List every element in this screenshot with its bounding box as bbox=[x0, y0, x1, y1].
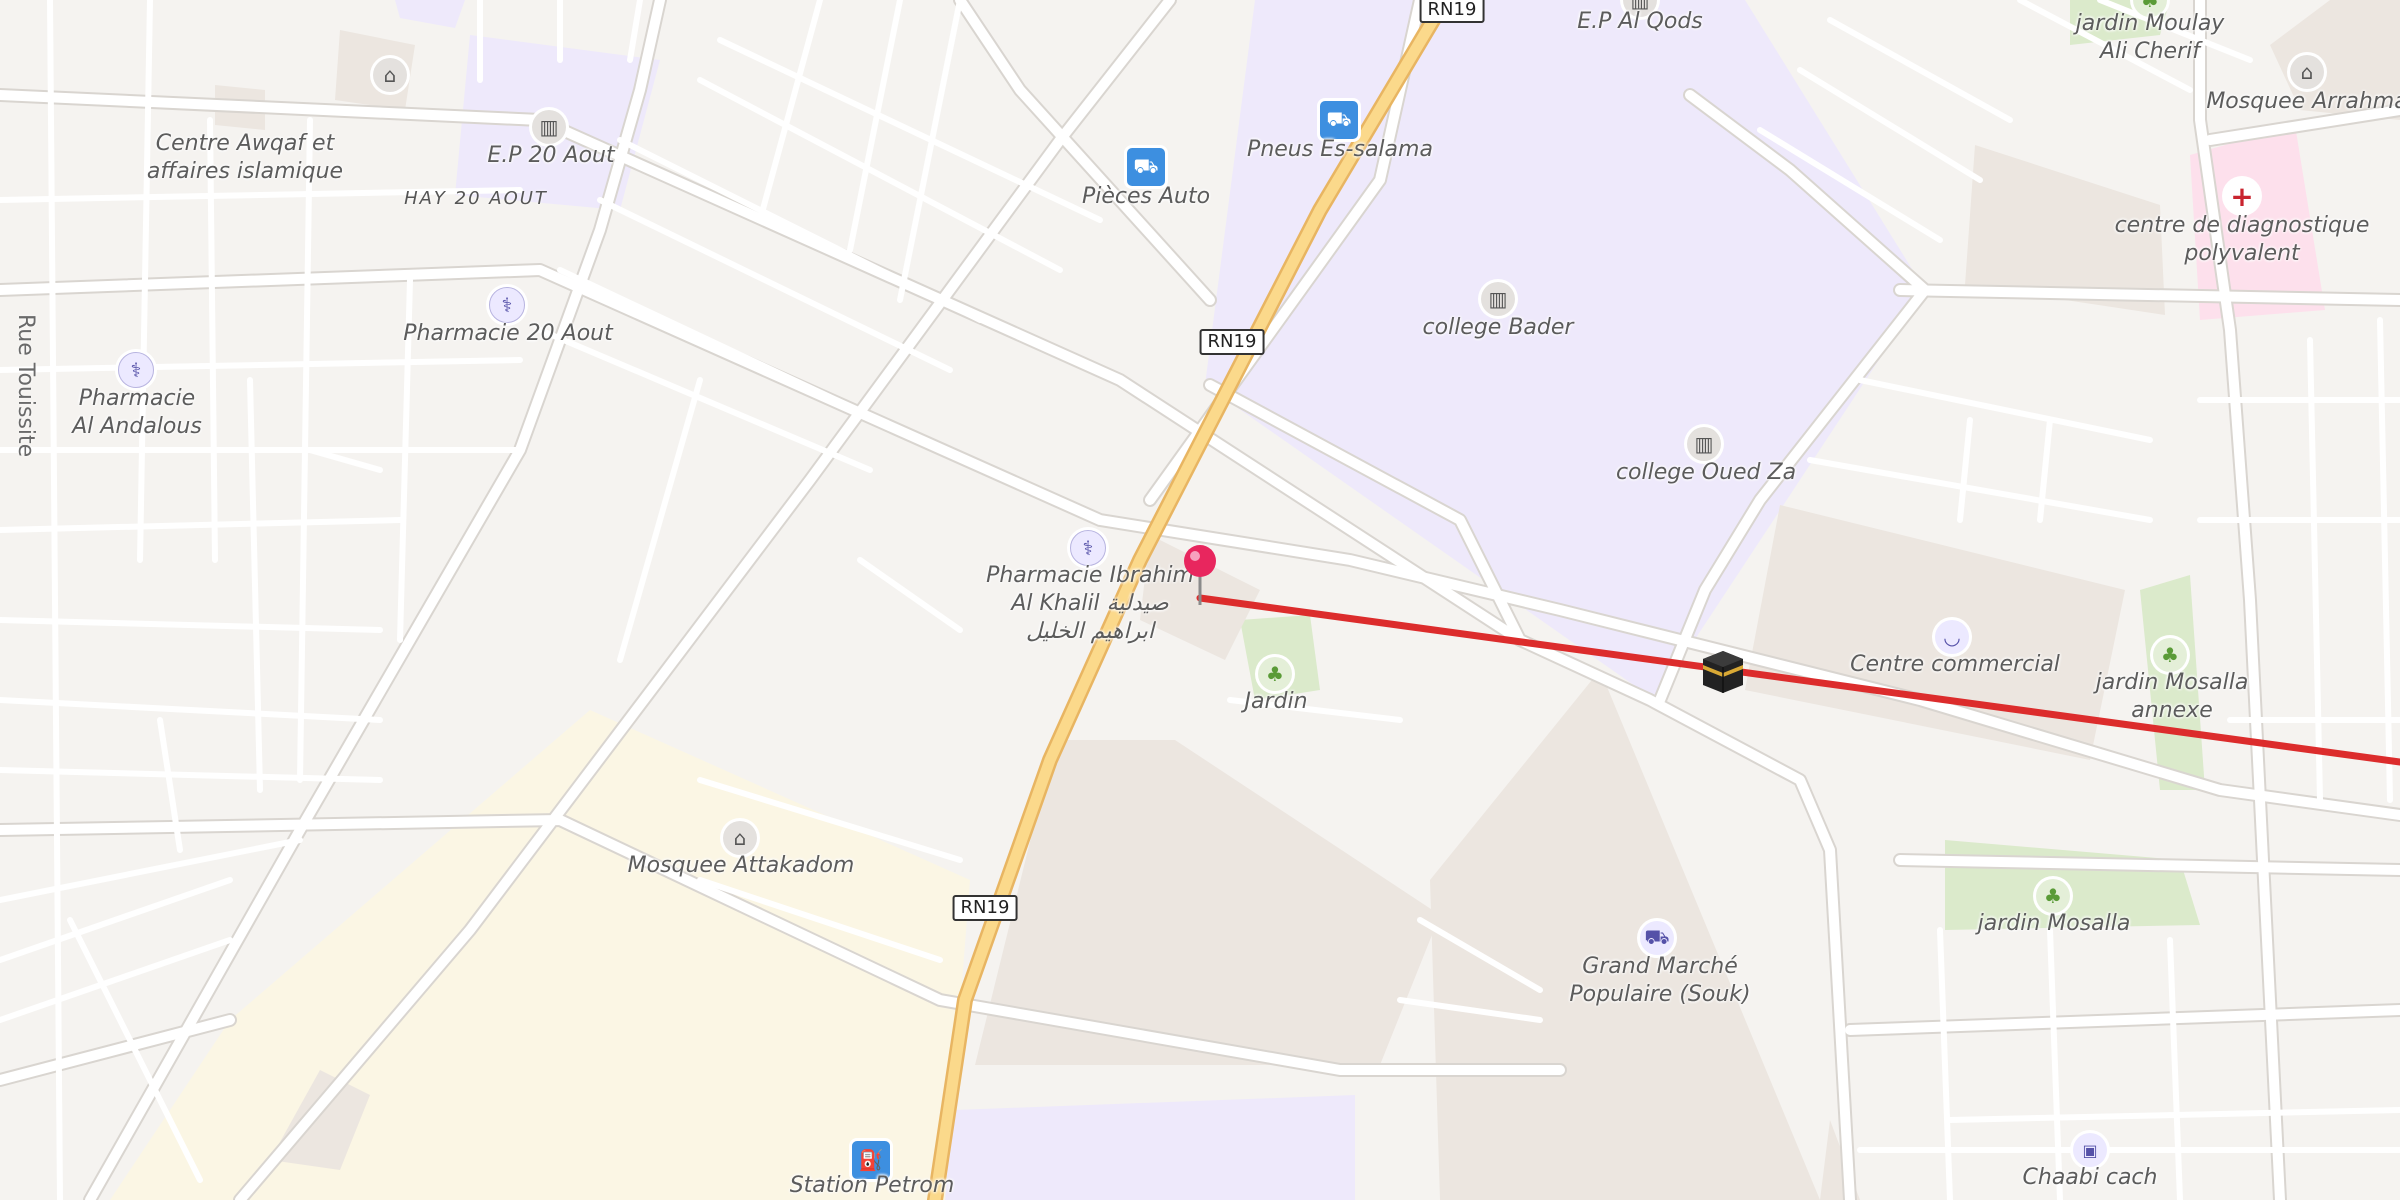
label-line: centre de diagnostique bbox=[2114, 213, 2370, 238]
pharmacy-icon[interactable]: ⚕ bbox=[489, 287, 525, 323]
hospital-cross-icon[interactable]: + bbox=[2225, 179, 2259, 213]
label-pharmacie-ibrahim-al-khalil: Pharmacie Ibrahim Al Khalil صيدلية ابراه… bbox=[986, 562, 1194, 646]
label-jardin-moulay-ali-cherif: jardin Moulay Ali Cherif bbox=[2076, 10, 2225, 66]
label-pharmacie-20-aout: Pharmacie 20 Aout bbox=[403, 321, 613, 346]
label-line: Ali Cherif bbox=[2099, 39, 2200, 64]
tree-icon[interactable]: ♣ bbox=[1258, 657, 1292, 691]
label-centre-de-diagnostique: centre de diagnostique polyvalent bbox=[2115, 212, 2370, 268]
school-icon[interactable]: ▥ bbox=[1687, 427, 1721, 461]
label-line: Pharmacie Ibrahim bbox=[986, 563, 1194, 588]
bank-note-icon[interactable]: ▣ bbox=[2073, 1133, 2107, 1167]
school-icon[interactable]: ▥ bbox=[532, 110, 566, 144]
label-line: Al Andalous bbox=[72, 414, 202, 439]
label-ep-20-aout: E.P 20 Aout bbox=[487, 143, 615, 168]
label-centre-awqaf: Centre Awqaf et affaires islamique bbox=[147, 130, 343, 186]
label-station-petrom: Station Petrom bbox=[789, 1173, 955, 1198]
label-college-oued-za: college Oued Za bbox=[1615, 460, 1797, 485]
shopping-cart-icon[interactable]: ⛟ bbox=[1640, 921, 1674, 955]
car-icon[interactable]: ⛟ bbox=[1127, 148, 1165, 186]
label-grand-marche-populaire: Grand Marché Populaire (Souk) bbox=[1569, 953, 1750, 1009]
label-pieces-auto: Pièces Auto bbox=[1081, 184, 1211, 209]
label-hay-20-aout: HAY 20 AOUT bbox=[404, 188, 548, 209]
kaaba-icon[interactable] bbox=[1698, 645, 1748, 695]
label-line: Pharmacie bbox=[78, 386, 196, 411]
label-centre-commercial: Centre commercial bbox=[1850, 652, 2060, 677]
label-line: Grand Marché bbox=[1582, 954, 1738, 979]
tree-icon[interactable]: ♣ bbox=[2153, 638, 2187, 672]
label-jardin-mosalla-annexe: jardin Mosalla annexe bbox=[2096, 669, 2249, 725]
label-line: annexe bbox=[2131, 698, 2213, 723]
label-mosquee-arrahma: Mosquee Arrahma bbox=[2206, 89, 2400, 114]
label-line: Al Khalil صيدلية bbox=[1011, 591, 1169, 616]
label-chaabi-cach: Chaabi cach bbox=[2022, 1165, 2158, 1190]
label-line: Centre Awqaf et bbox=[155, 131, 335, 156]
label-line: Populaire (Souk) bbox=[1569, 982, 1751, 1007]
label-college-bader: college Bader bbox=[1422, 315, 1574, 340]
label-ep-al-qods: E.P Al Qods bbox=[1577, 9, 1703, 34]
mosque-icon[interactable]: ⌂ bbox=[723, 821, 757, 855]
label-jardin-mosalla: jardin Mosalla bbox=[1977, 911, 2131, 936]
shopping-basket-icon[interactable]: ◡ bbox=[1935, 620, 1969, 654]
road-shield-rn19: RN19 bbox=[1199, 329, 1265, 355]
car-icon[interactable]: ⛟ bbox=[1320, 101, 1358, 139]
tree-icon[interactable]: ♣ bbox=[2036, 879, 2070, 913]
mosque-icon[interactable]: ⌂ bbox=[373, 58, 407, 92]
label-line: affaires islamique bbox=[146, 159, 344, 184]
label-line: ابراهيم الخليل bbox=[1026, 619, 1154, 644]
label-rue-touissite: Rue Touissite bbox=[13, 314, 38, 458]
label-pharmacie-al-andalous: Pharmacie Al Andalous bbox=[72, 385, 202, 441]
school-icon[interactable]: ▥ bbox=[1481, 282, 1515, 316]
pharmacy-icon[interactable]: ⚕ bbox=[1070, 530, 1106, 566]
label-pneus-es-salama: Pneus Es-salama bbox=[1247, 137, 1433, 162]
label-line: jardin Moulay bbox=[2075, 11, 2225, 36]
label-mosquee-attakadom: Mosquee Attakadom bbox=[627, 853, 855, 878]
location-pin-icon[interactable] bbox=[1182, 543, 1218, 607]
pharmacy-icon[interactable]: ⚕ bbox=[118, 352, 154, 388]
road-shield-rn19: RN19 bbox=[1419, 0, 1485, 23]
label-line: jardin Mosalla bbox=[2095, 670, 2249, 695]
mosque-icon[interactable]: ⌂ bbox=[2290, 55, 2324, 89]
road-shield-rn19: RN19 bbox=[952, 895, 1018, 921]
label-line: polyvalent bbox=[2184, 241, 2300, 266]
label-jardin: Jardin bbox=[1244, 689, 1308, 714]
